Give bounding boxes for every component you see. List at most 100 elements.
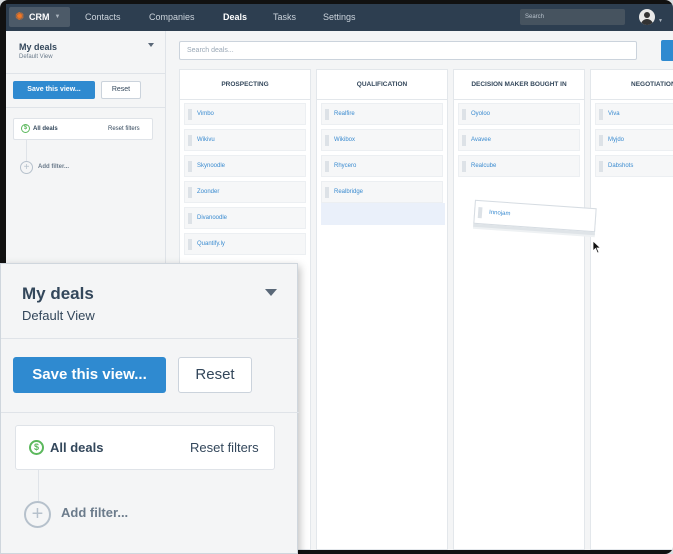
deal-name[interactable]: Oyoloo <box>471 111 490 117</box>
deal-card[interactable]: Oyoloo <box>458 103 580 125</box>
deal-name[interactable]: Realbridge <box>334 189 363 195</box>
view-dropdown-caret-icon[interactable] <box>148 43 154 47</box>
reset-button[interactable]: Reset <box>178 357 252 393</box>
deal-name[interactable]: Myjdo <box>608 137 624 143</box>
brand-menu-button[interactable]: ✺ CRM ▼ <box>9 7 70 27</box>
global-search-input[interactable]: Search <box>520 9 625 25</box>
all-deals-filter[interactable]: $ All deals Reset filters <box>13 118 153 140</box>
deal-search-input[interactable]: Search deals... <box>179 41 637 60</box>
deal-name[interactable]: Divanoodle <box>197 215 227 221</box>
column-header: NEGOTIATION <box>591 70 673 100</box>
view-subtitle: Default View <box>22 308 95 323</box>
drag-handle-icon[interactable] <box>188 135 192 146</box>
mouse-cursor-icon <box>592 240 602 254</box>
view-title[interactable]: My deals <box>19 42 57 52</box>
top-nav: ✺ CRM ▼ Contacts Companies Deals Tasks S… <box>6 4 673 31</box>
deal-name[interactable]: Wikibox <box>334 137 355 143</box>
nav-link-deals[interactable]: Deals <box>223 12 247 22</box>
save-view-button[interactable]: Save this view... <box>13 81 95 99</box>
deal-name[interactable]: Vimbo <box>197 111 214 117</box>
reset-button[interactable]: Reset <box>101 81 141 99</box>
column-header: DECISION MAKER BOUGHT IN <box>454 70 584 100</box>
deal-card[interactable]: Realcube <box>458 155 580 177</box>
filter-connector-line <box>26 140 27 161</box>
drag-handle-icon[interactable] <box>188 109 192 120</box>
view-title[interactable]: My deals <box>22 284 94 304</box>
save-view-button[interactable]: Save this view... <box>13 357 166 393</box>
deal-name[interactable]: Skynoodle <box>197 163 225 169</box>
drag-handle-icon[interactable] <box>599 109 603 120</box>
deal-name[interactable]: Realfire <box>334 111 355 117</box>
sprocket-icon: ✺ <box>15 10 25 23</box>
plus-icon[interactable]: + <box>24 501 51 528</box>
column-header: PROSPECTING <box>180 70 310 100</box>
drag-handle-icon[interactable] <box>477 207 483 219</box>
dollar-icon: $ <box>29 440 44 455</box>
avatar-head <box>644 12 650 18</box>
column-header: QUALIFICATION <box>317 70 447 100</box>
drag-handle-icon[interactable] <box>188 239 192 250</box>
reset-filters-link[interactable]: Reset filters <box>190 440 259 455</box>
deal-name[interactable]: Zoonder <box>197 189 219 195</box>
deal-card[interactable]: Realbridge <box>321 181 443 203</box>
column-decision-maker-bought-in: DECISION MAKER BOUGHT IN Oyoloo Avavee R… <box>453 69 585 550</box>
dollar-icon: $ <box>21 124 30 133</box>
drag-handle-icon[interactable] <box>325 161 329 172</box>
drag-handle-icon[interactable] <box>188 161 192 172</box>
deal-card[interactable]: Skynoodle <box>184 155 306 177</box>
nav-link-companies[interactable]: Companies <box>149 12 195 22</box>
column-qualification: QUALIFICATION Realfire Wikibox Rhycero R… <box>316 69 448 550</box>
filter-connector-line <box>38 470 39 501</box>
zoomed-sidebar-panel: My deals Default View Save this view... … <box>0 263 299 554</box>
drag-handle-icon[interactable] <box>188 213 192 224</box>
avatar-body <box>641 19 653 25</box>
deal-name[interactable]: Rhycero <box>334 163 356 169</box>
avatar-chevron-down-icon[interactable]: ▼ <box>658 18 663 24</box>
deal-card[interactable]: Zoonder <box>184 181 306 203</box>
plus-icon[interactable]: + <box>20 161 33 174</box>
drag-handle-icon[interactable] <box>325 135 329 146</box>
create-deal-button-edge[interactable] <box>661 40 673 61</box>
reset-filters-link[interactable]: Reset filters <box>108 126 140 132</box>
brand-label: CRM <box>29 12 50 22</box>
deal-name[interactable]: Realcube <box>471 163 496 169</box>
deal-card[interactable]: Wikibox <box>321 129 443 151</box>
drag-handle-icon[interactable] <box>188 187 192 198</box>
view-subtitle: Default View <box>19 54 53 60</box>
drag-handle-icon[interactable] <box>462 135 466 146</box>
deal-card[interactable]: Dabshots <box>595 155 673 177</box>
deal-name[interactable]: Innojam <box>489 210 511 217</box>
deal-name[interactable]: Avavee <box>471 137 491 143</box>
deal-card[interactable]: Wikivu <box>184 129 306 151</box>
deal-name[interactable]: Quantify.ly <box>197 241 225 247</box>
deal-card[interactable]: Myjdo <box>595 129 673 151</box>
all-deals-label: All deals <box>33 126 58 132</box>
view-dropdown-caret-icon[interactable] <box>265 289 277 296</box>
deal-card[interactable]: Vimbo <box>184 103 306 125</box>
divider <box>1 338 299 339</box>
deal-card[interactable]: Realfire <box>321 103 443 125</box>
deal-card[interactable]: Rhycero <box>321 155 443 177</box>
drag-handle-icon[interactable] <box>599 135 603 146</box>
deal-card[interactable]: Avavee <box>458 129 580 151</box>
nav-link-tasks[interactable]: Tasks <box>273 12 296 22</box>
nav-link-contacts[interactable]: Contacts <box>85 12 121 22</box>
deal-name[interactable]: Dabshots <box>608 163 633 169</box>
deal-name[interactable]: Wikivu <box>197 137 215 143</box>
drag-handle-icon[interactable] <box>599 161 603 172</box>
divider <box>1 412 299 413</box>
deal-card[interactable]: Quantify.ly <box>184 233 306 255</box>
drag-handle-icon[interactable] <box>462 161 466 172</box>
add-filter-link[interactable]: Add filter... <box>61 505 128 520</box>
avatar[interactable] <box>639 9 655 25</box>
deal-name[interactable]: Viva <box>608 111 620 117</box>
drag-handle-icon[interactable] <box>325 109 329 120</box>
column-negotiation: NEGOTIATION Viva Myjdo Dabshots <box>590 69 673 550</box>
deal-card[interactable]: Viva <box>595 103 673 125</box>
drag-handle-icon[interactable] <box>325 187 329 198</box>
all-deals-filter[interactable]: $ All deals Reset filters <box>15 425 275 470</box>
drag-handle-icon[interactable] <box>462 109 466 120</box>
nav-link-settings[interactable]: Settings <box>323 12 356 22</box>
add-filter-link[interactable]: Add filter... <box>38 164 69 170</box>
deal-card[interactable]: Divanoodle <box>184 207 306 229</box>
